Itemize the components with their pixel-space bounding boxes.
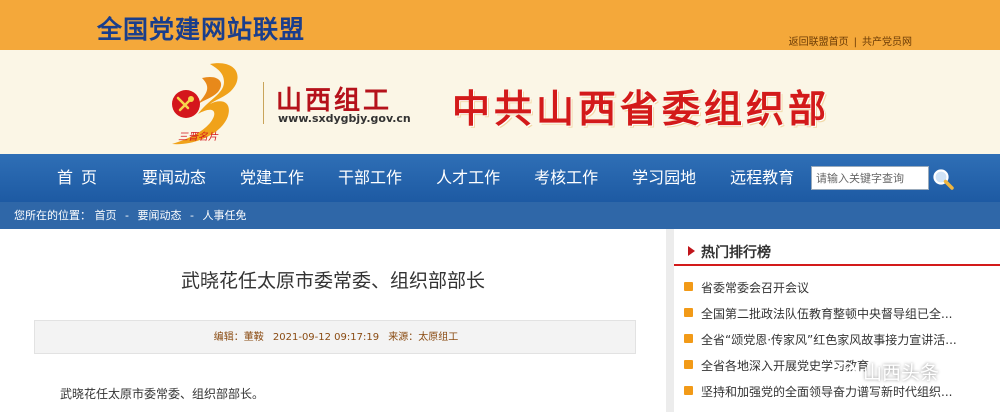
bullet-icon xyxy=(684,386,693,395)
watermark: 山西头条 xyxy=(837,356,987,386)
list-item[interactable]: 坚持和加强党的全面领导奋力谱写新时代组织... xyxy=(684,383,996,405)
breadcrumb-home[interactable]: 首页 xyxy=(95,209,117,222)
article-editor: 编辑：董鞍 xyxy=(213,332,264,343)
list-item-text: 省委常委会召开会议 xyxy=(701,281,810,295)
top-bar: 全国党建网站联盟 返回联盟首页 | 共产党员网 xyxy=(0,0,1000,50)
list-item-text: 坚持和加强党的全面领导奋力谱写新时代组织... xyxy=(701,385,953,399)
article-title: 武晓花任太原市委常委、组织部部长 xyxy=(180,270,485,292)
hot-ranking-title: 热门排行榜 xyxy=(701,245,771,261)
bullet-icon xyxy=(684,282,693,291)
article-meta: 编辑：董鞍 2021-09-12 09:17:19 来源：太原组工 xyxy=(35,321,637,355)
article-source: 来源：太原组工 xyxy=(388,332,459,343)
search-input[interactable] xyxy=(811,166,929,190)
list-item[interactable]: 省委常委会召开会议 xyxy=(684,279,996,301)
triangle-arrow-icon xyxy=(688,246,695,256)
nav-item-study-garden[interactable]: 学习园地 xyxy=(615,154,713,202)
bullet-icon xyxy=(684,308,693,317)
nav-item-remote-education[interactable]: 远程教育 xyxy=(713,154,811,202)
party-member-site-link[interactable]: 共产党员网 xyxy=(862,37,912,48)
organization-title: 中共山西省委组织部 xyxy=(452,87,831,131)
search-icon[interactable] xyxy=(932,168,954,190)
nav-item-party-building[interactable]: 党建工作 xyxy=(223,154,321,202)
nav-item-assessment[interactable]: 考核工作 xyxy=(517,154,615,202)
nav-item-cadre-work[interactable]: 干部工作 xyxy=(321,154,419,202)
article-body: 武晓花任太原市委常委、组织部部长。 xyxy=(60,387,265,401)
party-emblem-logo-icon[interactable]: 三晋名片 xyxy=(158,58,244,150)
bullet-icon xyxy=(684,360,693,369)
breadcrumb: 您所在的位置： 首页 - 要闻动态 - 人事任免 xyxy=(14,202,246,229)
breadcrumb-news[interactable]: 要闻动态 xyxy=(137,209,181,222)
site-banner: 三晋名片 山西组工 www.sxdygbjy.gov.cn 中共山西省委组织部 xyxy=(0,50,1000,154)
logo-divider xyxy=(263,82,264,124)
chat-bubble-icon xyxy=(837,362,859,379)
svg-text:三晋名片: 三晋名片 xyxy=(178,131,219,143)
watermark-text: 山西头条 xyxy=(863,362,940,384)
article-panel: 武晓花任太原市委常委、组织部部长 编辑：董鞍 2021-09-12 09:17:… xyxy=(0,229,666,412)
link-separator: | xyxy=(853,37,857,48)
nav-item-home[interactable]: 首页 xyxy=(40,154,125,202)
list-item-text: 全国第二批政法队伍教育整顿中央督导组已全... xyxy=(701,307,953,321)
hot-ranking-header: 热门排行榜 xyxy=(674,236,1000,266)
nav-items: 首页 要闻动态 党建工作 干部工作 人才工作 考核工作 学习园地 远程教育 xyxy=(40,154,811,202)
nav-item-news[interactable]: 要闻动态 xyxy=(125,154,223,202)
top-links: 返回联盟首页 | 共产党员网 xyxy=(789,33,912,48)
nav-item-talent-work[interactable]: 人才工作 xyxy=(419,154,517,202)
article-meta-box: 编辑：董鞍 2021-09-12 09:17:19 来源：太原组工 xyxy=(34,320,636,354)
list-item[interactable]: 全省“颂党恩·传家风”红色家风故事接力宣讲活... xyxy=(684,331,996,353)
breadcrumb-separator: - xyxy=(189,209,194,222)
breadcrumb-appointments[interactable]: 人事任免 xyxy=(202,209,246,222)
list-item-text: 全省“颂党恩·传家风”红色家风故事接力宣讲活... xyxy=(701,333,957,347)
bullet-icon xyxy=(684,334,693,343)
alliance-title: 全国党建网站联盟 xyxy=(97,15,306,44)
breadcrumb-separator: - xyxy=(125,209,129,222)
breadcrumb-prefix: 您所在的位置： xyxy=(14,209,91,222)
logo-url: www.sxdygbjy.gov.cn xyxy=(278,112,411,125)
breadcrumb-bar: 您所在的位置： 首页 - 要闻动态 - 人事任免 xyxy=(0,202,1000,229)
article-datetime: 2021-09-12 09:17:19 xyxy=(272,332,380,343)
list-item[interactable]: 全国第二批政法队伍教育整顿中央督导组已全... xyxy=(684,305,996,327)
back-to-alliance-link[interactable]: 返回联盟首页 xyxy=(789,37,849,48)
